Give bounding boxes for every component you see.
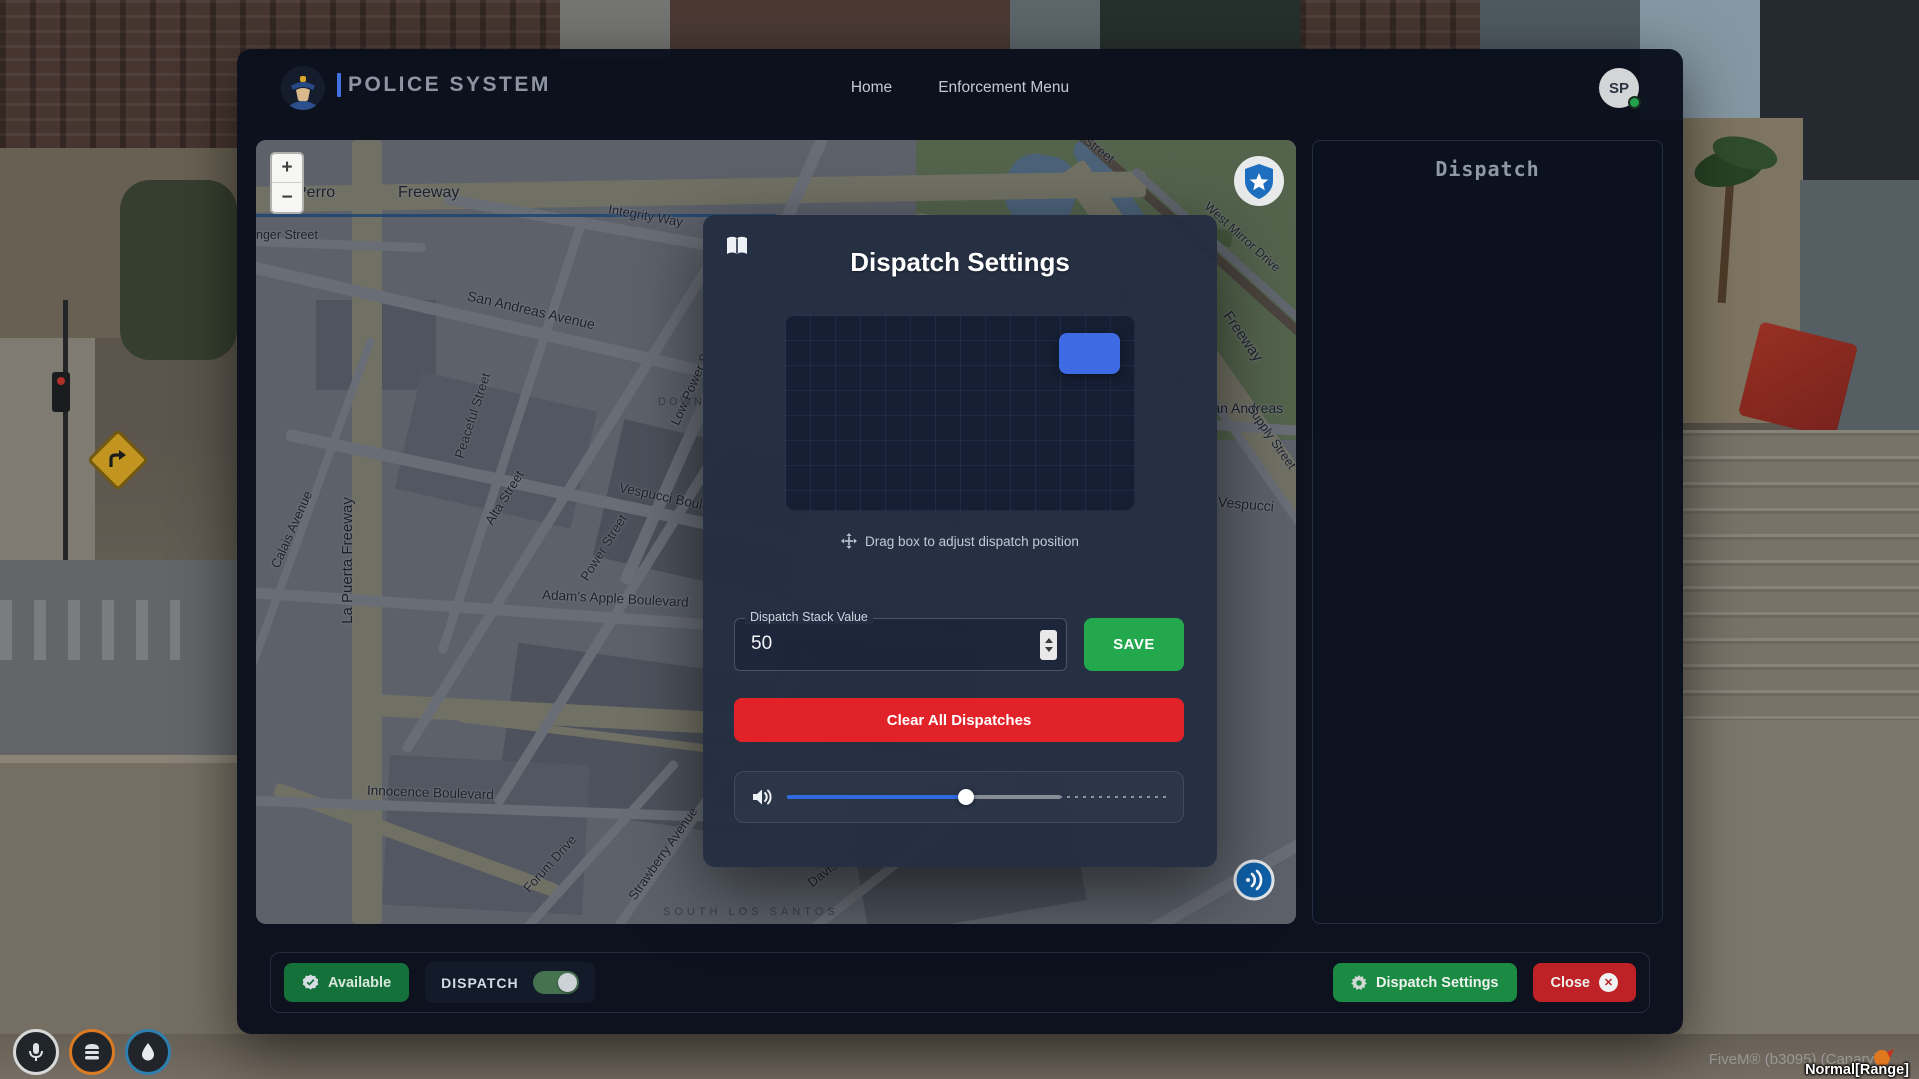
dispatch-panel-title: Dispatch xyxy=(1313,157,1662,181)
dispatch-toggle-group: DISPATCH xyxy=(425,962,594,1003)
move-arrows-icon xyxy=(841,533,857,549)
drag-hint-text: Drag box to adjust dispatch position xyxy=(865,534,1079,549)
volume-slider[interactable] xyxy=(787,795,1167,799)
clear-all-dispatches-button[interactable]: Clear All Dispatches xyxy=(734,698,1184,742)
avatar[interactable]: SP xyxy=(1599,68,1639,108)
dispatch-settings-modal: Dispatch Settings Drag box to adjust dis… xyxy=(703,215,1217,867)
sound-marker[interactable] xyxy=(1232,858,1276,907)
dispatch-position-drag-area xyxy=(785,315,1135,511)
dispatch-settings-button[interactable]: Dispatch Settings xyxy=(1333,963,1516,1002)
dispatch-list-panel: Dispatch xyxy=(1312,140,1663,924)
zoom-in-button[interactable]: + xyxy=(272,154,302,183)
dispatch-toggle[interactable] xyxy=(533,971,579,994)
voice-range-text: Normal[Range] xyxy=(1805,1062,1909,1078)
badge-check-icon xyxy=(302,974,319,991)
modal-title: Dispatch Settings xyxy=(703,247,1217,278)
nav-enforcement-menu[interactable]: Enforcement Menu xyxy=(938,79,1069,97)
online-status-dot xyxy=(1628,96,1641,109)
save-button[interactable]: SAVE xyxy=(1084,618,1184,671)
gear-icon xyxy=(1351,975,1367,991)
available-button[interactable]: Available xyxy=(284,963,409,1002)
speaker-icon xyxy=(751,787,773,807)
footer-bar: Available DISPATCH Dispatch Settings xyxy=(270,952,1650,1013)
close-button[interactable]: Close ✕ xyxy=(1533,963,1637,1002)
dispatch-toggle-label: DISPATCH xyxy=(441,975,518,991)
dispatch-position-box[interactable] xyxy=(1059,333,1120,374)
police-badge-marker[interactable] xyxy=(1232,154,1286,213)
mic-indicator xyxy=(13,1029,59,1075)
microphone-icon xyxy=(25,1041,47,1063)
volume-thumb[interactable] xyxy=(958,789,974,805)
stack-value-input[interactable] xyxy=(749,627,999,661)
main-nav: Home Enforcement Menu xyxy=(237,49,1683,127)
nav-home[interactable]: Home xyxy=(851,79,892,97)
dispatch-settings-label: Dispatch Settings xyxy=(1376,975,1498,991)
thirst-indicator xyxy=(125,1029,171,1075)
volume-fill xyxy=(787,795,966,799)
close-label: Close xyxy=(1551,975,1591,991)
close-circle-icon: ✕ xyxy=(1599,973,1618,992)
screen: FiveM® (b3095) (Canary) Normal[Range] PO… xyxy=(0,0,1919,1079)
hunger-indicator xyxy=(69,1029,115,1075)
drag-hint: Drag box to adjust dispatch position xyxy=(703,533,1217,549)
water-drop-icon xyxy=(138,1042,158,1062)
volume-control xyxy=(734,771,1184,823)
available-label: Available xyxy=(328,975,391,991)
stack-value-label: Dispatch Stack Value xyxy=(745,610,873,624)
burger-icon xyxy=(81,1041,103,1063)
panel-header: POLICE SYSTEM Home Enforcement Menu SP xyxy=(237,49,1683,127)
avatar-initials: SP xyxy=(1609,80,1629,97)
stack-value-stepper[interactable] xyxy=(1040,630,1057,660)
map-zoom-control: + − xyxy=(270,152,304,214)
stack-value-field: Dispatch Stack Value xyxy=(734,618,1067,671)
zoom-out-button[interactable]: − xyxy=(272,183,302,212)
toggle-knob xyxy=(558,973,577,992)
